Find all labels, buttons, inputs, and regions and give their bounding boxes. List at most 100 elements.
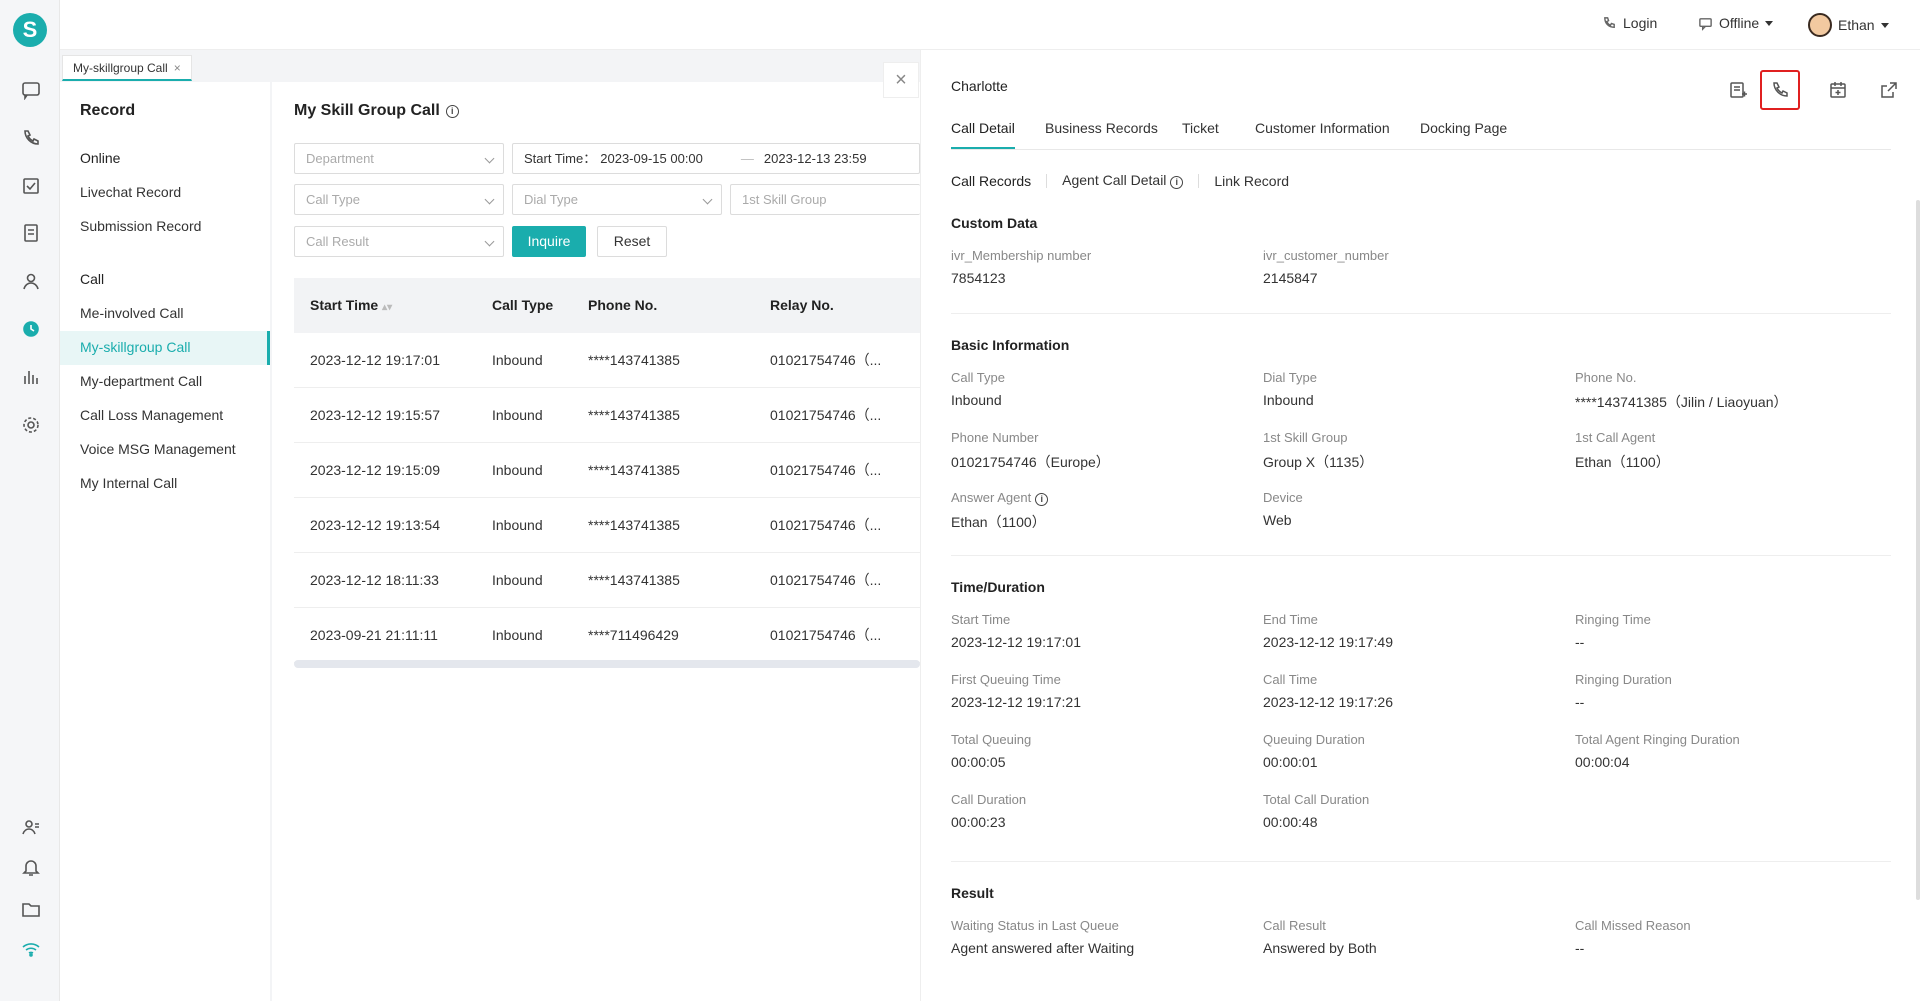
field-label-text: Waiting Status in Last Queue [951, 918, 1119, 933]
dial-type-select[interactable]: Dial Type [512, 184, 722, 215]
document-icon[interactable] [20, 222, 42, 244]
subtab-agent-call-detail[interactable]: Agent Call Detail i [1047, 172, 1198, 189]
field-value: Ethan（1100） [1575, 454, 1670, 470]
table-row[interactable]: 2023-12-12 19:15:09 Inbound ****143741385 0… [294, 443, 944, 498]
field-label: Call Time [1263, 672, 1317, 687]
icon-rail: S [0, 0, 60, 1001]
divider [951, 313, 1891, 314]
add-note-icon[interactable] [1718, 70, 1758, 110]
field-label: Queuing Duration [1263, 732, 1365, 747]
field-label: Start Time [951, 612, 1010, 627]
nav-item-submission-record[interactable]: Submission Record [80, 218, 201, 234]
tab-strip: My-skillgroup Call × [60, 52, 920, 81]
field-label-text: First Queuing Time [951, 672, 1061, 687]
nav-item-my-internal-call[interactable]: My Internal Call [80, 475, 177, 491]
table-row[interactable]: 2023-12-12 19:13:54 Inbound ****143741385 0… [294, 498, 944, 553]
main-content: My Skill Group Call i Department Start T… [272, 82, 945, 1001]
table-cell: 2023-12-12 19:17:01 [310, 352, 440, 368]
status-dropdown[interactable]: Offline [1698, 15, 1774, 31]
nav-item-me-involved-call[interactable]: Me-involved Call [80, 305, 183, 321]
nav-item-livechat-record[interactable]: Livechat Record [80, 184, 181, 200]
tab-ticket[interactable]: Ticket [1182, 120, 1219, 136]
info-icon[interactable]: i [445, 104, 459, 118]
divider [951, 555, 1891, 556]
field-value: 00:00:04 [1575, 754, 1630, 770]
field-label: Ringing Time [1575, 612, 1651, 627]
field-value: 2023-12-12 19:17:01 [951, 634, 1081, 650]
info-icon[interactable]: i [1170, 176, 1184, 189]
start-time-range[interactable]: Start Time： 2023-09-15 00:00 — 2023-12-13 2… [512, 143, 920, 174]
field-value: 00:00:23 [951, 814, 1006, 830]
field-value: 00:00:48 [1263, 814, 1318, 830]
nav-item-my-department-call[interactable]: My-department Call [80, 373, 202, 389]
folder-icon[interactable] [20, 898, 42, 920]
tab-my-skillgroup-call[interactable]: My-skillgroup Call × [62, 55, 192, 81]
field-value: -- [1575, 940, 1585, 956]
vertical-scrollbar[interactable] [1916, 200, 1920, 900]
task-icon[interactable] [20, 175, 42, 197]
sort-icon[interactable]: ▴▾ [382, 302, 392, 313]
department-placeholder: Department [306, 151, 374, 166]
field-label: Call Missed Reason [1575, 918, 1691, 933]
call-result-select[interactable]: Call Result [294, 226, 504, 257]
nav-item-voice-msg-management[interactable]: Voice MSG Management [80, 441, 236, 457]
call-type-select[interactable]: Call Type [294, 184, 504, 215]
agent-icon[interactable] [20, 816, 42, 838]
table-cell: 01021754746（... [770, 352, 882, 368]
table-row[interactable]: 2023-12-12 19:17:01 Inbound ****143741385 0… [294, 333, 944, 388]
close-icon[interactable]: × [174, 61, 181, 75]
table-cell: ****143741385 [588, 352, 680, 368]
settings-icon[interactable] [20, 414, 42, 436]
start-time-label: Start Time： [524, 151, 597, 166]
field-label-text: Call Duration [951, 792, 1027, 807]
inquire-button[interactable]: Inquire [512, 226, 586, 257]
field-label: ivr_customer_number [1263, 248, 1389, 263]
field-label-text: Call Time [1263, 672, 1318, 687]
app-logo[interactable]: S [13, 13, 47, 47]
table-row[interactable]: 2023-09-21 21:11:11 Inbound ****711496429 0… [294, 608, 944, 663]
stats-icon[interactable] [20, 366, 42, 388]
external-link-icon[interactable] [1869, 70, 1909, 110]
table-row[interactable]: 2023-12-12 18:11:33 Inbound ****143741385 0… [294, 553, 944, 608]
phone-icon[interactable] [20, 127, 42, 149]
department-select[interactable]: Department [294, 143, 504, 174]
table-cell: 01021754746（... [770, 462, 882, 478]
table-cell: 2023-12-12 18:11:33 [310, 572, 439, 588]
nav-item-my-skillgroup-call[interactable]: My-skillgroup Call [80, 339, 190, 355]
info-icon[interactable]: i [1035, 493, 1049, 506]
tab-customer-information[interactable]: Customer Information [1255, 120, 1390, 136]
field-label-text: Ringing Time [1575, 612, 1651, 627]
start-time-to[interactable]: 2023-12-13 23:59 [764, 151, 867, 166]
close-panel-button[interactable]: × [883, 62, 919, 98]
column-start-time[interactable]: Start Time ▴▾ [310, 278, 392, 335]
field-value: Web [1263, 512, 1292, 528]
tab-business-records[interactable]: Business Records [1045, 120, 1158, 136]
subtab-link-record[interactable]: Link Record [1199, 173, 1304, 189]
chat-icon[interactable] [20, 79, 42, 101]
field-label: Device [1263, 490, 1303, 505]
history-icon[interactable] [20, 318, 42, 340]
horizontal-scrollbar[interactable] [294, 660, 920, 668]
contact-icon[interactable] [20, 270, 42, 292]
reset-button[interactable]: Reset [597, 226, 667, 257]
calendar-add-icon[interactable] [1818, 70, 1858, 110]
nav-group-online[interactable]: Online [80, 150, 120, 166]
field-label-text: Total Queuing [951, 732, 1032, 747]
table-cell: Inbound [492, 572, 543, 588]
table-row[interactable]: 2023-12-12 19:15:57 Inbound ****143741385 0… [294, 388, 944, 443]
call-icon[interactable] [1760, 70, 1800, 110]
table-cell: 01021754746（... [770, 517, 882, 533]
subtab-call-records[interactable]: Call Records [951, 173, 1046, 189]
field-label-text: Call Missed Reason [1575, 918, 1691, 933]
table-cell: Inbound [492, 462, 543, 478]
bell-icon[interactable] [20, 856, 42, 878]
start-time-from[interactable]: 2023-09-15 00:00 [600, 151, 703, 166]
tab-docking-page[interactable]: Docking Page [1420, 120, 1507, 136]
login-button[interactable]: Login [1602, 15, 1657, 31]
skill-group-select[interactable]: 1st Skill Group [730, 184, 920, 215]
field-value: 7854123 [951, 270, 1006, 286]
tab-call-detail[interactable]: Call Detail [951, 120, 1015, 149]
section-time-duration: Time/Duration [951, 579, 1045, 595]
user-menu[interactable]: Ethan [1808, 13, 1889, 37]
nav-item-call-loss-management[interactable]: Call Loss Management [80, 407, 223, 423]
